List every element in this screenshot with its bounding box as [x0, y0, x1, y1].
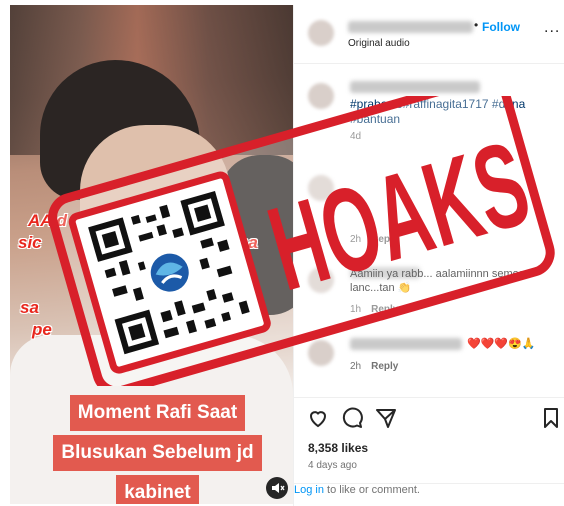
- hoaks-stamp: HOAKS: [48, 96, 555, 386]
- comment-bubble-icon[interactable]: [340, 406, 364, 430]
- video-caption: Moment Rafi Saat Blusukan Sebelum jd kab…: [40, 393, 275, 504]
- post-header: • Follow ... Original audio: [294, 5, 564, 64]
- bookmark-icon[interactable]: [539, 406, 563, 430]
- more-options-icon[interactable]: ...: [544, 19, 560, 37]
- separator-dot: •: [474, 18, 479, 32]
- caption-line-1: Moment Rafi Saat: [69, 395, 246, 431]
- post-actions-bar: [294, 397, 564, 442]
- share-paper-plane-icon[interactable]: [374, 406, 398, 430]
- caption-line-2: Blusukan Sebelum jd: [53, 435, 262, 471]
- caption-line-3: kabinet: [116, 475, 199, 504]
- login-prompt-text: to like or comment.: [323, 484, 420, 496]
- speaker-muted-icon[interactable]: [266, 477, 288, 499]
- like-heart-icon[interactable]: [306, 406, 330, 430]
- login-prompt: Log in to like or comment.: [294, 483, 564, 506]
- login-link[interactable]: Log in: [294, 484, 324, 496]
- author-name-redacted: [348, 21, 473, 33]
- caption-author-redacted: [350, 81, 480, 93]
- follow-button[interactable]: Follow: [482, 20, 520, 34]
- likes-count[interactable]: 8,358 likes: [308, 441, 368, 455]
- audio-label[interactable]: Original audio: [348, 38, 410, 49]
- screenshot: AA d wo sic na sa pe a Moment Rafi Saat …: [0, 0, 564, 506]
- post-age: 4 days ago: [308, 460, 357, 471]
- author-avatar[interactable]: [308, 20, 334, 46]
